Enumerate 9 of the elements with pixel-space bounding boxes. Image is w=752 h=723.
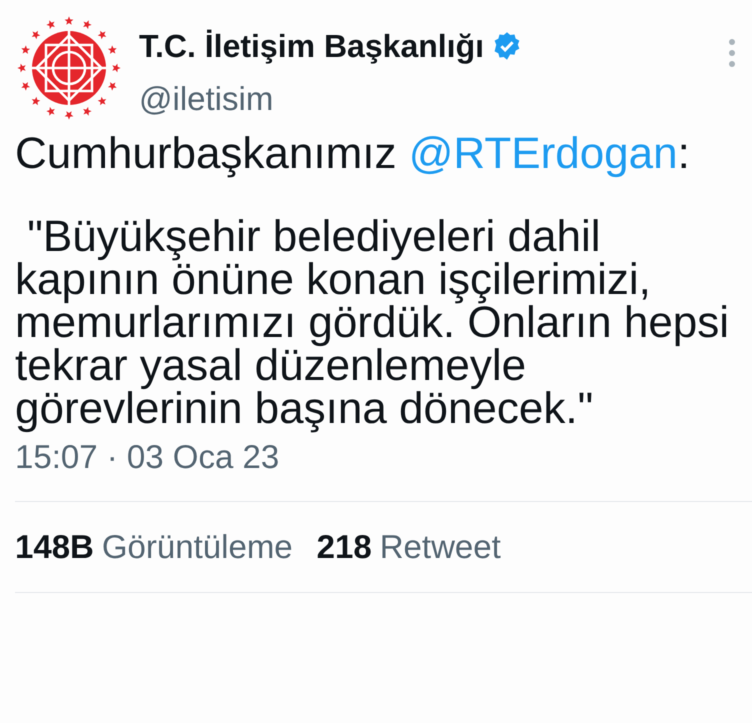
account-name[interactable]: T.C. İletişim Başkanlığı [139,22,484,70]
account-handle[interactable]: @iletisim [139,74,728,124]
more-options-icon[interactable] [728,38,736,68]
stat-count: 148B [15,527,94,567]
timestamp[interactable]: 15:07 · 03 Oca 23 [15,432,752,502]
stat-count: 218 [316,527,372,567]
logo-icon [15,14,123,122]
stat-label: Görüntüleme [102,527,293,567]
stat-label: Retweet [380,527,501,567]
